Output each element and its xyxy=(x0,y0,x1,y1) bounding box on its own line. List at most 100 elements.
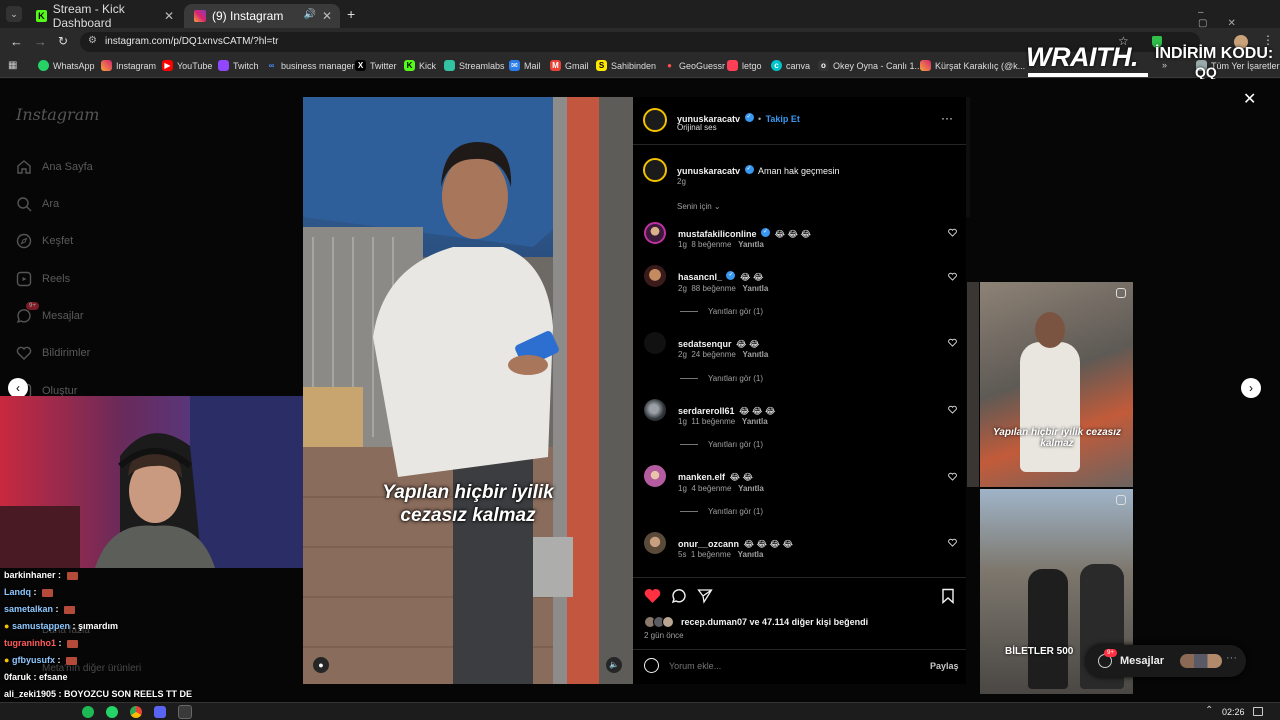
reply-button[interactable]: Yanıtla xyxy=(742,417,768,426)
close-modal-button[interactable]: ✕ xyxy=(1243,89,1256,109)
comment-likes[interactable]: 24 beğenme xyxy=(691,350,735,359)
like-button[interactable] xyxy=(644,587,661,604)
prev-post-button[interactable]: ‹ xyxy=(8,378,28,398)
bookmark-kursat[interactable]: Kürşat Karakılıç (@k... xyxy=(920,60,1025,71)
window-controls[interactable]: –▢✕ xyxy=(1198,7,1280,29)
comment-button[interactable] xyxy=(671,588,687,604)
next-post-button[interactable]: › xyxy=(1241,378,1261,398)
bookmark-whatsapp[interactable]: WhatsApp xyxy=(38,60,95,71)
nav-search[interactable]: Ara xyxy=(16,196,59,212)
nav-home[interactable]: Ana Sayfa xyxy=(16,159,93,175)
liked-by-count[interactable]: ve 47.114 diğer kişi beğendi xyxy=(750,617,869,627)
caption-username[interactable]: yunuskaracatv xyxy=(677,166,740,176)
reply-button[interactable]: Yanıtla xyxy=(743,284,769,293)
more-options-icon[interactable]: ··· xyxy=(941,111,953,125)
bookmark-okey[interactable]: o Okey Oyna - Canlı 1... xyxy=(818,60,922,71)
bookmark-sahibinden[interactable]: S Sahibinden xyxy=(596,60,656,71)
sort-dropdown[interactable]: Senin için ⌄ xyxy=(677,202,721,211)
comment-likes[interactable]: 4 beğenme xyxy=(691,484,731,493)
site-info-icon[interactable]: ⚙ xyxy=(88,35,97,46)
speaker-icon[interactable]: 🔊 xyxy=(304,9,316,20)
nav-explore[interactable]: Keşfet xyxy=(16,233,73,249)
app-icon-whatsapp[interactable] xyxy=(106,706,118,718)
avatar[interactable] xyxy=(644,332,666,354)
tray-chevron-icon[interactable]: ⌃ xyxy=(1205,705,1213,716)
comment-username[interactable]: onur__ozcann xyxy=(678,539,739,549)
forward-icon[interactable]: → xyxy=(34,34,47,49)
comment-likes[interactable]: 1 beğenme xyxy=(691,550,731,559)
reply-button[interactable]: Yanıtla xyxy=(738,550,764,559)
view-replies-button[interactable]: Yanıtları gör (1) xyxy=(680,440,763,449)
audio-label[interactable]: Orijinal ses xyxy=(677,123,717,132)
tab-kick-dashboard[interactable]: K Stream - Kick Dashboard ✕ xyxy=(26,2,182,30)
messages-pill[interactable]: 9+ Mesajlar ··· xyxy=(1086,645,1246,677)
avatar[interactable] xyxy=(644,465,666,487)
heart-icon[interactable] xyxy=(948,272,957,281)
bookmark-letgo[interactable]: letgo xyxy=(727,60,762,71)
share-button[interactable] xyxy=(697,588,713,604)
reel-video[interactable]: Yapılan hiçbir iyilik cezasız kalmaz ● 🔈 xyxy=(303,97,633,684)
app-icon-chrome[interactable] xyxy=(130,706,142,718)
comment-username[interactable]: hasancnl_ xyxy=(678,272,722,282)
bookmark-business-manager[interactable]: ∞ business manager xyxy=(266,60,355,71)
bookmark-geoguessr[interactable]: ● GeoGuessr xyxy=(664,60,725,71)
bookmark-mail[interactable]: ✉ Mail xyxy=(509,60,541,71)
heart-icon[interactable] xyxy=(948,338,957,347)
mute-button[interactable]: 🔈 xyxy=(606,657,622,673)
comment-input[interactable] xyxy=(669,658,909,674)
save-button[interactable] xyxy=(940,588,956,604)
related-thumb-1[interactable]: Yapılan hiçbir iyilik cezasız kalmaz xyxy=(980,282,1133,487)
avatar[interactable] xyxy=(644,265,666,287)
liked-by-user[interactable]: recep.duman07 xyxy=(681,617,747,627)
app-icon-discord[interactable] xyxy=(154,706,166,718)
bookmark-kick[interactable]: K Kick xyxy=(404,60,436,71)
close-icon[interactable]: ✕ xyxy=(164,9,174,23)
close-icon[interactable]: ✕ xyxy=(322,9,332,23)
comment-username[interactable]: manken.elf xyxy=(678,472,725,482)
avatar[interactable] xyxy=(644,399,666,421)
emoji-icon[interactable] xyxy=(644,658,659,673)
apps-icon[interactable]: ▦ xyxy=(8,60,17,71)
reply-button[interactable]: Yanıtla xyxy=(743,350,769,359)
heart-icon[interactable] xyxy=(948,538,957,547)
bookmark-instagram[interactable]: Instagram xyxy=(101,60,156,71)
heart-icon[interactable] xyxy=(948,472,957,481)
avatar[interactable] xyxy=(643,108,667,132)
bookmark-streamlabs[interactable]: Streamlabs xyxy=(444,60,505,71)
reply-button[interactable]: Yanıtla xyxy=(738,240,764,249)
bookmark-youtube[interactable]: ▶ YouTube xyxy=(162,60,212,71)
view-replies-button[interactable]: Yanıtları gör (1) xyxy=(680,307,763,316)
tagged-users-button[interactable]: ● xyxy=(313,657,329,673)
nav-notifications[interactable]: Bildirimler xyxy=(16,345,90,361)
notification-icon[interactable] xyxy=(1253,707,1263,716)
app-icon-obs[interactable] xyxy=(178,705,192,719)
nav-messages[interactable]: Mesajlar 9+ xyxy=(16,302,84,324)
bookmark-gmail[interactable]: M Gmail xyxy=(550,60,589,71)
comment-likes[interactable]: 8 beğenme xyxy=(691,240,731,249)
app-icon-spotify[interactable] xyxy=(82,706,94,718)
tab-instagram[interactable]: (9) Instagram 🔊 ✕ xyxy=(184,4,340,28)
view-replies-button[interactable]: Yanıtları gör (1) xyxy=(680,507,763,516)
reply-button[interactable]: Yanıtla xyxy=(738,484,764,493)
view-replies-button[interactable]: Yanıtları gör (1) xyxy=(680,374,763,383)
avatar[interactable] xyxy=(644,222,666,244)
avatar[interactable] xyxy=(643,158,667,182)
comment-username[interactable]: sedatsenqur xyxy=(678,339,732,349)
comment-likes[interactable]: 88 beğenme xyxy=(691,284,735,293)
new-tab-button[interactable]: + xyxy=(347,6,355,22)
comment-likes[interactable]: 11 beğenme xyxy=(691,417,735,426)
tab-search-button[interactable]: ⌄ xyxy=(6,6,22,22)
related-thumb-2[interactable] xyxy=(967,282,979,487)
reload-icon[interactable]: ↻ xyxy=(58,34,68,48)
bookmark-twitch[interactable]: Twitch xyxy=(218,60,259,71)
follow-button[interactable]: Takip Et xyxy=(766,114,800,124)
bookmark-twitter[interactable]: X Twitter xyxy=(355,60,397,71)
post-comment-button[interactable]: Paylaş xyxy=(930,661,959,671)
heart-icon[interactable] xyxy=(948,405,957,414)
back-icon[interactable]: ← xyxy=(10,34,23,49)
comment-username[interactable]: mustafakiliconline xyxy=(678,229,757,239)
bookmark-canva[interactable]: c canva xyxy=(771,60,810,71)
comment-username[interactable]: serdareroll61 xyxy=(678,406,735,416)
avatar[interactable] xyxy=(644,532,666,554)
nav-reels[interactable]: Reels xyxy=(16,271,70,287)
